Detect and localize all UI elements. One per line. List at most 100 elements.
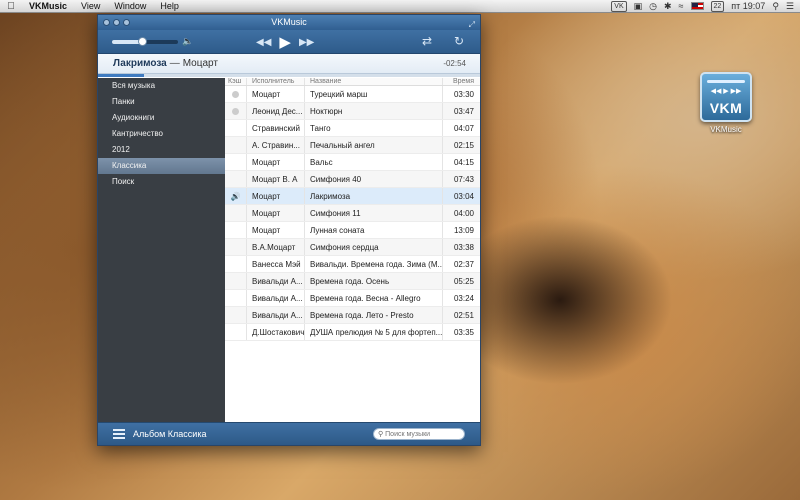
artist-cell: Моцарт В. А [246, 171, 304, 187]
table-row[interactable]: В.А.Моцарт Симфония сердца 03:38 [225, 239, 480, 256]
time-cell: 03:38 [442, 239, 480, 255]
table-row[interactable]: Леонид Дес... Ноктюрн 03:47 [225, 103, 480, 120]
title-cell: Вальс [304, 154, 442, 170]
artist-cell: Ванесса Мэй [246, 256, 304, 272]
sidebar-item[interactable]: Аудиокниги [98, 110, 225, 126]
table-row[interactable]: 🔊 Моцарт Лакримоза 03:04 [225, 188, 480, 205]
artist-cell: Моцарт [246, 86, 304, 102]
sidebar-item[interactable]: Кантричество [98, 126, 225, 142]
table-row[interactable]: Моцарт Турецкий марш 03:30 [225, 86, 480, 103]
playback-progress-fill [98, 74, 144, 77]
menu-bar:  VKMusic View Window Help VK ▣ ◷ ✱ ≈ 22… [0, 0, 800, 13]
title-cell: Лунная соната [304, 222, 442, 238]
next-track-icon[interactable]: ▶▶ [299, 37, 314, 48]
artist-cell: Вивальди А... [246, 307, 304, 323]
menu-app-name[interactable]: VKMusic [22, 1, 74, 11]
zoom-button[interactable] [123, 19, 130, 26]
icon-vkm-text: VKM [709, 100, 743, 116]
title-cell: Печальный ангел [304, 137, 442, 153]
cache-cell [225, 324, 246, 340]
apple-menu-icon[interactable]:  [0, 1, 22, 12]
previous-track-icon[interactable]: ◀◀ [256, 37, 271, 48]
menubar-tray: VK ▣ ◷ ✱ ≈ 22 пт 19:07 ⚲ ☰ [611, 0, 800, 12]
vkmusic-window: VKMusic ⤢ 🔈 ◀◀ ▶ ▶▶ ⇄ ↻ Лакримоза — Моца… [97, 14, 481, 446]
table-row[interactable]: Моцарт Вальс 04:15 [225, 154, 480, 171]
title-cell: Танго [304, 120, 442, 136]
title-cell: Времена года. Осень [304, 273, 442, 289]
title-cell: Турецкий марш [304, 86, 442, 102]
play-icon[interactable]: ▶ [279, 33, 291, 51]
close-button[interactable] [103, 19, 110, 26]
menu-help[interactable]: Help [153, 1, 186, 11]
window-controls [103, 19, 130, 26]
sidebar-item[interactable]: Поиск [98, 174, 225, 190]
title-cell: ДУША прелюдия № 5 для фортеп... [304, 324, 442, 340]
sidebar-item[interactable]: Вся музыка [98, 78, 225, 94]
title-cell: Симфония сердца [304, 239, 442, 255]
time-machine-icon[interactable]: ◷ [649, 1, 657, 12]
menu-window[interactable]: Window [107, 1, 153, 11]
cache-cell: 🔊 [225, 188, 246, 204]
menu-icon[interactable] [113, 429, 125, 439]
table-row[interactable]: Вивальди А... Времена года. Весна - Alleg… [225, 290, 480, 307]
search-box[interactable]: ⚲ [373, 428, 465, 440]
artist-cell: А. Стравин... [246, 137, 304, 153]
notification-list-icon[interactable]: ☰ [786, 1, 794, 12]
cache-cell [225, 222, 246, 238]
clock-text[interactable]: пт 19:07 [731, 1, 765, 11]
playlist-sidebar: Вся музыка Панки Аудиокниги Кантричество 201… [98, 78, 225, 422]
table-row[interactable]: Моцарт Лунная соната 13:09 [225, 222, 480, 239]
cache-cell [225, 103, 246, 119]
menu-view[interactable]: View [74, 1, 107, 11]
table-row[interactable]: Вивальди А... Времена года. Лето - Presto… [225, 307, 480, 324]
cache-cell [225, 256, 246, 272]
time-cell: 03:47 [442, 103, 480, 119]
time-cell: 05:25 [442, 273, 480, 289]
cached-indicator-icon [232, 107, 239, 115]
volume-slider[interactable] [112, 37, 178, 46]
sidebar-item[interactable]: Панки [98, 94, 225, 110]
now-playing-speaker-icon: 🔊 [230, 191, 241, 201]
column-artist[interactable]: Исполнитель [246, 78, 304, 85]
minimize-button[interactable] [113, 19, 120, 26]
speaker-icon[interactable]: 🔈 [182, 36, 193, 47]
table-row[interactable]: Моцарт Симфония 11 04:00 [225, 205, 480, 222]
spotlight-search-icon[interactable]: ⚲ [772, 1, 779, 12]
cache-cell [225, 290, 246, 306]
table-row[interactable]: Ванесса Мэй Вивальди. Времена года. Зима … [225, 256, 480, 273]
search-input[interactable] [385, 430, 464, 438]
now-playing-bar: Лакримоза — Моцарт -02:54 [98, 54, 480, 74]
column-cache[interactable]: Кэш [225, 78, 246, 85]
cache-cell [225, 137, 246, 153]
table-row[interactable]: Вивальди А... Времена года. Осень 05:25 [225, 273, 480, 290]
table-row[interactable]: Д.Шостакович ДУША прелюдия № 5 для фортеп… [225, 324, 480, 341]
column-title[interactable]: Название [304, 78, 442, 85]
playback-progress[interactable] [98, 74, 480, 77]
title-cell: Лакримоза [304, 188, 442, 204]
column-time[interactable]: Время [442, 78, 480, 85]
window-titlebar[interactable]: VKMusic ⤢ [98, 15, 480, 30]
artist-cell: Вивальди А... [246, 273, 304, 289]
shuffle-icon[interactable]: ⇄ [422, 34, 432, 48]
cache-cell [225, 120, 246, 136]
table-row[interactable]: Моцарт В. А Симфония 40 07:43 [225, 171, 480, 188]
screen-icon[interactable]: ▣ [634, 1, 643, 12]
time-cell: 03:04 [442, 188, 480, 204]
wifi-icon[interactable]: ≈ [679, 1, 684, 11]
title-cell: Симфония 11 [304, 205, 442, 221]
sidebar-item[interactable]: Классика [98, 158, 225, 174]
sidebar-item[interactable]: 2012 [98, 142, 225, 158]
vk-tray-icon[interactable]: VK [611, 0, 627, 12]
time-cell: 07:43 [442, 171, 480, 187]
cached-indicator-icon [232, 90, 239, 98]
input-source-flag-icon[interactable] [690, 2, 704, 10]
table-row[interactable]: А. Стравин... Печальный ангел 02:15 [225, 137, 480, 154]
table-row[interactable]: Стравинский Танго 04:07 [225, 120, 480, 137]
volume-knob[interactable] [137, 37, 147, 46]
bluetooth-icon[interactable]: ✱ [664, 1, 672, 12]
transport-controls: ◀◀ ▶ ▶▶ [256, 33, 314, 51]
player-toolbar: 🔈 ◀◀ ▶ ▶▶ ⇄ ↻ [98, 30, 480, 54]
repeat-icon[interactable]: ↻ [454, 34, 464, 48]
calendar-badge[interactable]: 22 [710, 0, 725, 12]
desktop-app-icon[interactable]: ◀◀ ▶ ▶▶ VKM VKMusic [697, 72, 755, 134]
